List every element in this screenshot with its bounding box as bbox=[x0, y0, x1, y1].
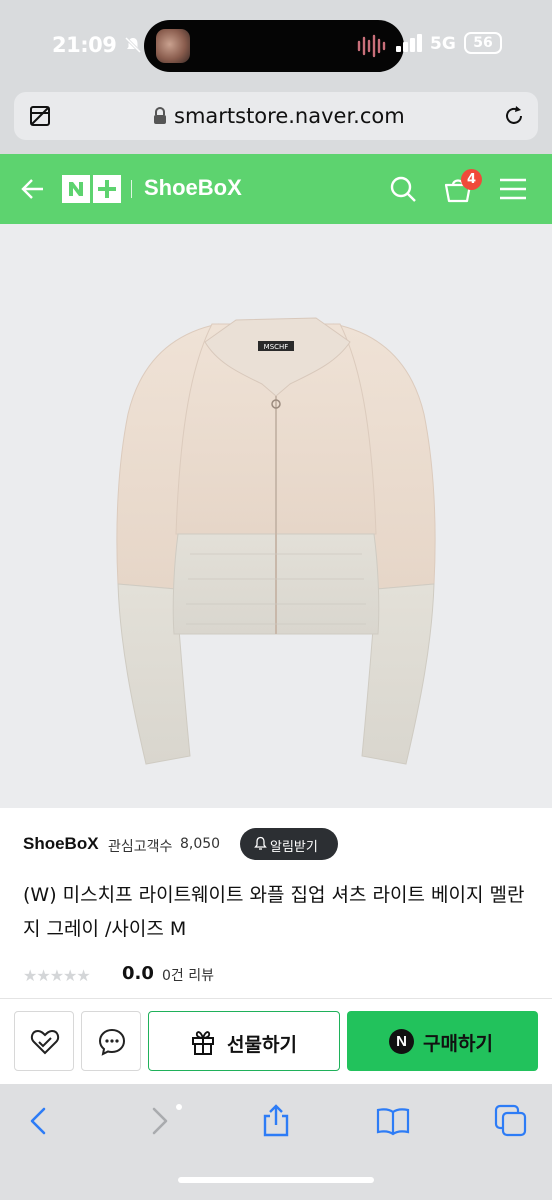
reload-icon[interactable] bbox=[502, 104, 526, 128]
cart-count-badge: 4 bbox=[461, 169, 482, 190]
garment-label: MSCHF bbox=[264, 343, 289, 351]
review-count[interactable]: 0건 리뷰 bbox=[162, 965, 214, 985]
scroll-dot bbox=[176, 1104, 182, 1110]
product-title: (W) 미스치프 라이트웨이트 와플 집업 셔츠 라이트 베이지 멜란지 그레이… bbox=[23, 884, 525, 940]
search-icon[interactable] bbox=[389, 175, 417, 203]
gift-button[interactable]: 선물하기 bbox=[148, 1011, 340, 1071]
buy-label: 구매하기 bbox=[423, 1033, 493, 1055]
lock-icon bbox=[154, 107, 166, 124]
notify-label: 알림받기 bbox=[270, 840, 318, 855]
now-playing-artwork bbox=[156, 29, 190, 63]
buy-button[interactable]: N 구매하기 bbox=[347, 1011, 538, 1071]
naver-plus-logo[interactable] bbox=[62, 173, 122, 205]
header-divider bbox=[131, 180, 132, 198]
address-bar[interactable]: smartstore.naver.com bbox=[14, 92, 538, 140]
back-arrow-icon[interactable] bbox=[20, 176, 46, 202]
browser-forward-icon[interactable] bbox=[142, 1104, 176, 1138]
wishlist-button[interactable] bbox=[14, 1011, 74, 1071]
browser-toolbar bbox=[0, 1084, 552, 1200]
gift-icon bbox=[192, 1031, 214, 1055]
interest-label: 관심고객수 bbox=[108, 839, 173, 855]
interest-count: 8,050 bbox=[180, 836, 221, 852]
notify-button[interactable]: 알림받기 bbox=[240, 828, 338, 860]
npay-icon: N bbox=[389, 1029, 414, 1054]
signal-icon bbox=[396, 34, 422, 52]
share-icon[interactable] bbox=[259, 1104, 293, 1138]
store-name[interactable]: ShoeBoX bbox=[144, 175, 242, 201]
bookmarks-icon[interactable] bbox=[376, 1104, 410, 1138]
status-bar: 21:09 5G 56 bbox=[0, 0, 552, 84]
bell-plus-icon bbox=[254, 836, 267, 850]
status-time: 21:09 bbox=[52, 33, 117, 57]
address-area: smartstore.naver.com bbox=[0, 84, 552, 154]
gift-label: 선물하기 bbox=[227, 1034, 297, 1056]
product-image[interactable]: MSCHF bbox=[0, 224, 552, 808]
rating-score: 0.0 bbox=[122, 963, 154, 984]
muted-bell-icon bbox=[124, 36, 142, 54]
purchase-action-bar: 선물하기 N 구매하기 bbox=[0, 998, 552, 1084]
chat-bubble-icon bbox=[98, 1028, 126, 1056]
page-settings-icon[interactable] bbox=[28, 104, 52, 128]
browser-back-icon[interactable] bbox=[22, 1104, 56, 1138]
product-info: ShoeBoX 관심고객수 8,050 알림받기 (W) 미스치프 라이트웨이트… bbox=[0, 808, 552, 998]
url-text: smartstore.naver.com bbox=[174, 104, 405, 128]
rating-stars: ★★★★★ bbox=[23, 966, 91, 985]
talk-button[interactable] bbox=[81, 1011, 141, 1071]
menu-icon[interactable] bbox=[499, 177, 527, 201]
dynamic-island[interactable] bbox=[144, 20, 404, 72]
jacket-illustration: MSCHF bbox=[116, 317, 436, 765]
audio-waveform-icon bbox=[357, 34, 386, 58]
seller-name[interactable]: ShoeBoX bbox=[23, 834, 99, 854]
home-indicator bbox=[178, 1177, 374, 1183]
battery-icon: 56 bbox=[464, 32, 502, 54]
network-label: 5G bbox=[430, 34, 456, 54]
tabs-icon[interactable] bbox=[494, 1104, 528, 1138]
heart-check-icon bbox=[30, 1029, 60, 1055]
